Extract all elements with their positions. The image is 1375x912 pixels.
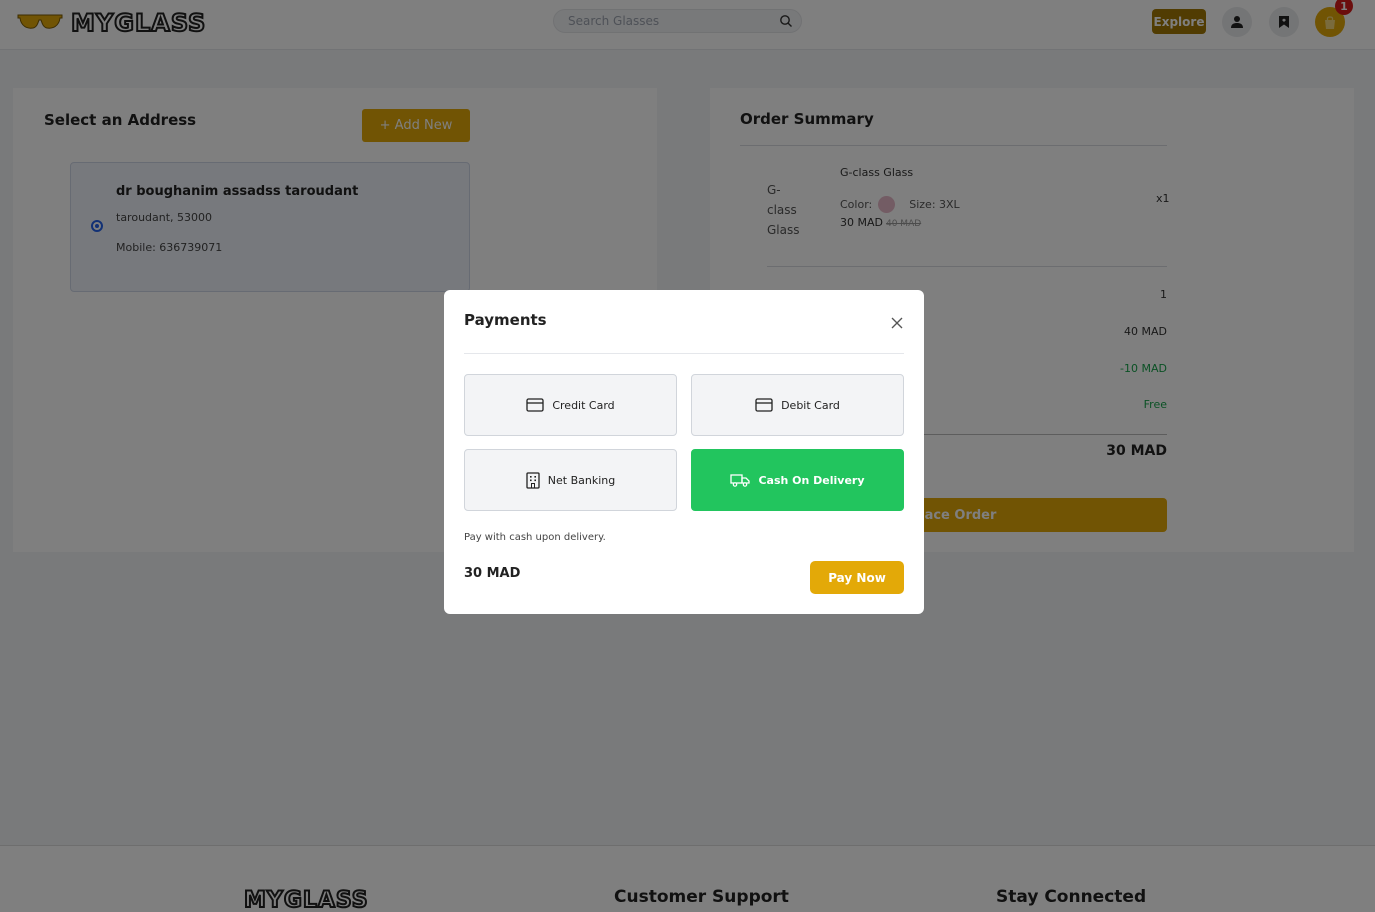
payment-option-credit-card[interactable]: Credit Card	[464, 374, 677, 436]
payment-option-label: Credit Card	[552, 398, 615, 412]
modal-divider	[464, 353, 904, 354]
payment-option-label: Net Banking	[547, 473, 616, 487]
payment-option-debit-card[interactable]: Debit Card	[691, 374, 904, 436]
building-icon	[526, 471, 540, 489]
payment-amount: 30 MAD	[464, 566, 521, 581]
payment-description: Pay with cash upon delivery.	[464, 532, 606, 543]
modal-title: Payments	[464, 311, 547, 329]
payment-option-net-banking[interactable]: Net Banking	[464, 449, 677, 511]
truck-icon	[730, 474, 751, 487]
payment-option-label: Cash On Delivery	[758, 473, 865, 487]
pay-now-button[interactable]: Pay Now	[810, 561, 904, 594]
credit-card-icon	[526, 398, 544, 412]
credit-card-icon	[755, 398, 773, 412]
payment-option-cash-on-delivery[interactable]: Cash On Delivery	[691, 449, 904, 511]
payment-option-label: Debit Card	[781, 398, 840, 412]
close-icon[interactable]	[890, 316, 904, 330]
payments-modal: Payments Credit Card Debit Card Net Bank…	[444, 290, 924, 614]
